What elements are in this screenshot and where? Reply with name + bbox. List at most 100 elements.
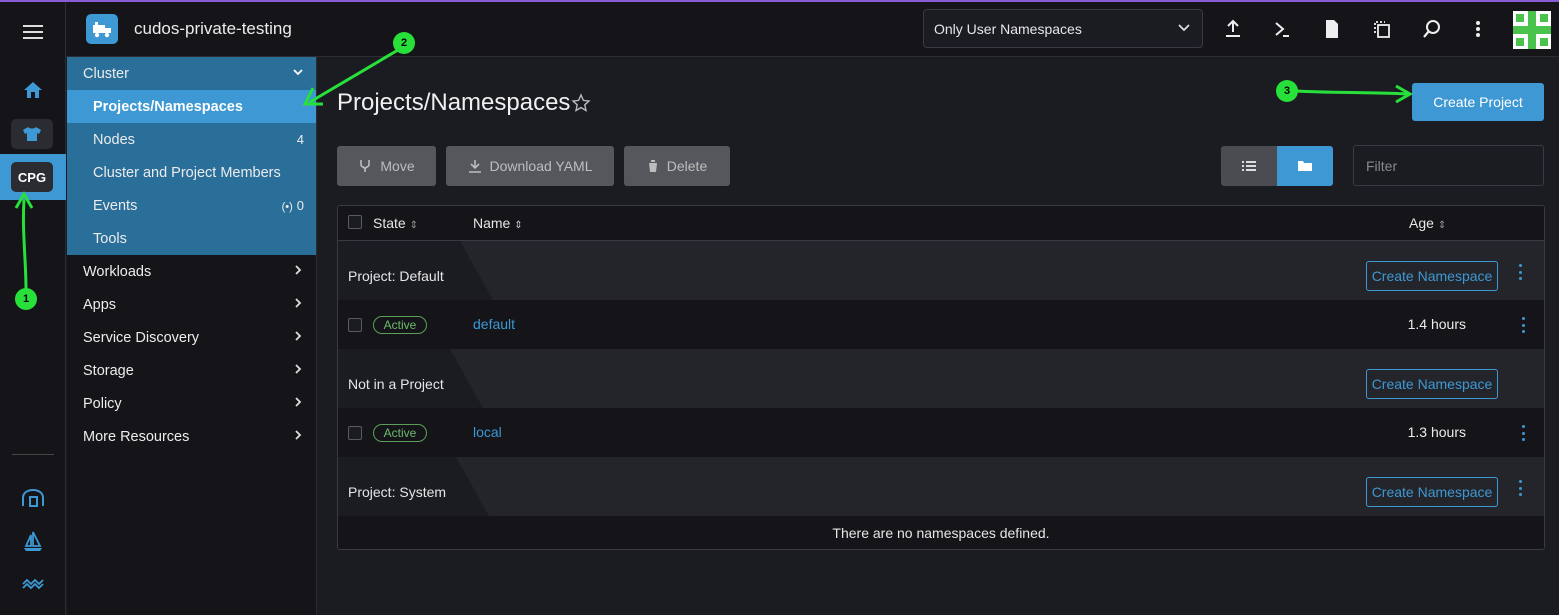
create-namespace-button[interactable]: Create Namespace: [1366, 369, 1498, 399]
nav-item-projects-namespaces[interactable]: Projects/Namespaces: [67, 90, 316, 123]
nav-section-label: Service Discovery: [83, 329, 200, 346]
nav-section-more-resources[interactable]: More Resources: [67, 420, 316, 453]
kubectl-shell-icon[interactable]: [1270, 17, 1294, 41]
annotation-marker-1: 1: [15, 288, 37, 310]
chevron-right-icon: [295, 364, 302, 374]
nav-item-label: Events: [93, 197, 138, 214]
main-content: Projects/Namespaces Create Project Move …: [317, 57, 1559, 615]
page-title: Projects/Namespaces: [337, 89, 571, 116]
cluster-name: cudos-private-testing: [134, 19, 292, 38]
download-yaml-button[interactable]: Download YAML: [446, 146, 614, 186]
nav-section-workloads[interactable]: Workloads: [67, 255, 316, 288]
nav-section-label: Policy: [83, 395, 122, 412]
group-actions-icon[interactable]: [1517, 264, 1523, 280]
import-yaml-icon[interactable]: [1221, 17, 1245, 41]
cluster-group: Cluster Projects/Namespaces Nodes 4 Clus…: [67, 57, 316, 255]
nav-item-events[interactable]: Events (•) 0: [67, 189, 316, 222]
filter-input[interactable]: [1353, 145, 1544, 186]
sort-icon: ⇕: [1437, 220, 1447, 231]
create-namespace-button[interactable]: Create Namespace: [1366, 261, 1498, 291]
chevron-down-icon: [1178, 24, 1190, 32]
nav-item-label: Cluster and Project Members: [93, 164, 281, 181]
chevron-down-icon: [293, 69, 303, 76]
select-all-checkbox[interactable]: [348, 215, 362, 229]
nav-section-policy[interactable]: Policy: [67, 387, 316, 420]
group-actions-icon[interactable]: [1517, 480, 1523, 496]
side-navigation: Cluster Projects/Namespaces Nodes 4 Clus…: [67, 57, 317, 615]
cluster-shirt-icon[interactable]: [11, 119, 53, 149]
column-age[interactable]: Age ⇕: [1409, 215, 1446, 231]
hamburger-menu-icon[interactable]: [0, 20, 66, 44]
favorite-star-icon[interactable]: [571, 93, 591, 113]
empty-message: There are no namespaces defined.: [338, 516, 1544, 549]
nav-group-label: Cluster: [83, 65, 129, 82]
extensions-icon[interactable]: [0, 574, 66, 594]
nav-group-cluster[interactable]: Cluster: [67, 57, 316, 90]
nav-section-storage[interactable]: Storage: [67, 354, 316, 387]
age-value: 1.4 hours: [1407, 316, 1466, 332]
row-actions-icon[interactable]: [1520, 425, 1526, 441]
left-rail: CPG: [0, 2, 66, 615]
rail-divider: [12, 454, 54, 455]
row-checkbox[interactable]: [348, 426, 362, 440]
column-age-label: Age: [1409, 215, 1434, 231]
nav-section-label: More Resources: [83, 428, 190, 445]
chevron-right-icon: [295, 430, 302, 440]
column-name[interactable]: Name ⇕: [473, 215, 523, 231]
copy-kubeconfig-icon[interactable]: [1370, 17, 1394, 41]
table-header: State ⇕ Name ⇕ Age ⇕: [338, 206, 1544, 241]
nav-item-count: 4: [296, 132, 304, 147]
trash-icon: [647, 160, 658, 172]
table-row[interactable]: Active local 1.3 hours: [338, 408, 1544, 457]
nav-item-nodes[interactable]: Nodes 4: [67, 123, 316, 156]
nav-item-label: Tools: [93, 230, 127, 247]
nav-item-tools[interactable]: Tools: [67, 222, 316, 255]
home-icon[interactable]: [0, 78, 66, 102]
sort-icon: ⇕: [514, 220, 523, 231]
namespace-filter-select[interactable]: Only User Namespaces: [923, 9, 1203, 48]
events-count: 0: [296, 198, 304, 213]
user-avatar[interactable]: [1513, 11, 1551, 49]
group-label: Not in a Project: [348, 376, 444, 392]
events-icon: (•): [281, 201, 293, 213]
group-label: Project: Default: [348, 268, 444, 284]
search-icon[interactable]: [1420, 17, 1444, 41]
chevron-right-icon: [295, 397, 302, 407]
status-badge: Active: [373, 424, 427, 442]
nav-section-label: Storage: [83, 362, 134, 379]
namespaces-table: State ⇕ Name ⇕ Age ⇕ Project: Default Cr…: [337, 205, 1545, 550]
chevron-right-icon: [295, 265, 302, 275]
row-checkbox[interactable]: [348, 318, 362, 332]
sailboat-icon[interactable]: [0, 529, 66, 553]
table-row[interactable]: Active default 1.4 hours: [338, 300, 1544, 349]
group-label: Project: System: [348, 484, 447, 500]
list-icon: [1242, 161, 1256, 171]
column-state-label: State: [373, 215, 406, 231]
row-actions-icon[interactable]: [1520, 317, 1526, 333]
kubeconfig-file-icon[interactable]: [1320, 17, 1344, 41]
nav-section-apps[interactable]: Apps: [67, 288, 316, 321]
folder-icon: [1298, 161, 1312, 171]
namespace-link[interactable]: default: [473, 316, 515, 332]
nav-item-count: (•) 0: [282, 198, 304, 213]
column-state[interactable]: State ⇕: [373, 215, 418, 231]
annotation-marker-2: 2: [393, 32, 415, 54]
move-label: Move: [380, 158, 415, 174]
delete-button[interactable]: Delete: [624, 146, 730, 186]
status-badge: Active: [373, 316, 427, 334]
cluster-badge-cpg[interactable]: CPG: [11, 162, 53, 192]
flat-list-toggle[interactable]: [1221, 146, 1277, 186]
group-row-project-system: Project: System Create Namespace: [338, 457, 1544, 516]
chevron-right-icon: [295, 331, 302, 341]
group-row-not-in-project: Not in a Project Create Namespace: [338, 349, 1544, 408]
fleet-icon[interactable]: [0, 486, 66, 510]
create-namespace-button[interactable]: Create Namespace: [1366, 477, 1498, 507]
nav-item-cluster-project-members[interactable]: Cluster and Project Members: [67, 156, 316, 189]
move-button[interactable]: Move: [337, 146, 436, 186]
nav-section-service-discovery[interactable]: Service Discovery: [67, 321, 316, 354]
nav-section-label: Workloads: [83, 263, 152, 280]
namespace-link[interactable]: local: [473, 424, 502, 440]
create-project-button[interactable]: Create Project: [1412, 83, 1544, 121]
group-by-project-toggle[interactable]: [1277, 146, 1333, 186]
more-actions-icon[interactable]: [1466, 17, 1490, 41]
